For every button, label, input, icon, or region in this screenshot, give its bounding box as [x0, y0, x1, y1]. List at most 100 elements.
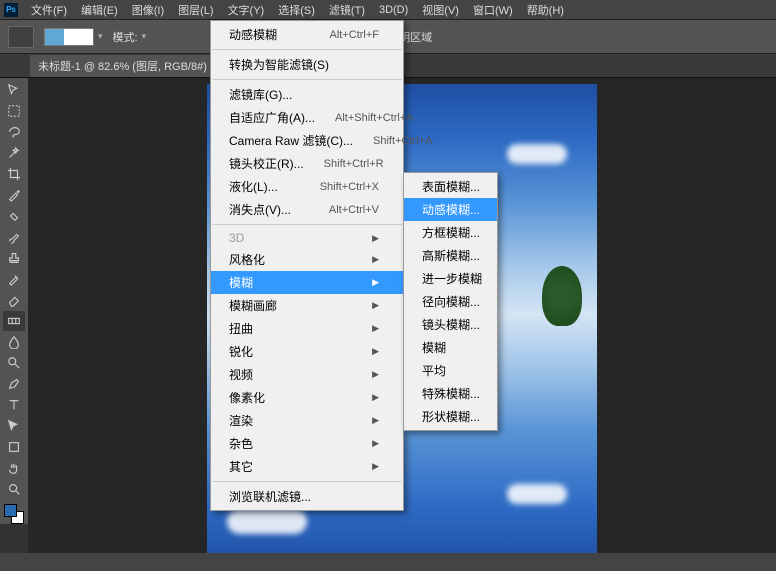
menu-item-label: 自适应广角(A)... [229, 109, 315, 126]
filter-menu-item[interactable]: Camera Raw 滤镜(C)...Shift+Ctrl+A [211, 129, 403, 152]
menu-item-label: 高斯模糊... [422, 247, 480, 264]
stamp-tool[interactable] [3, 248, 25, 268]
blur-menu-item[interactable]: 表面模糊... [404, 175, 497, 198]
menu-item-label: 径向模糊... [422, 293, 480, 310]
menu-item-label: 其它 [229, 458, 253, 475]
filter-dropdown: 动感模糊Alt+Ctrl+F转换为智能滤镜(S)滤镜库(G)...自适应广角(A… [210, 20, 404, 511]
move-tool[interactable] [3, 80, 25, 100]
menu-help[interactable]: 帮助(H) [520, 0, 571, 21]
blur-menu-item[interactable]: 径向模糊... [404, 290, 497, 313]
history-brush-tool[interactable] [3, 269, 25, 289]
menu-item-label: 表面模糊... [422, 178, 480, 195]
menu-item-label: 消失点(V)... [229, 201, 291, 218]
submenu-arrow-icon: ▶ [372, 415, 379, 426]
blur-menu-item[interactable]: 高斯模糊... [404, 244, 497, 267]
pen-tool[interactable] [3, 374, 25, 394]
menu-item-label: 形状模糊... [422, 408, 480, 425]
filter-menu-item[interactable]: 渲染▶ [211, 409, 403, 432]
filter-menu-item[interactable]: 风格化▶ [211, 248, 403, 271]
shortcut-label: Shift+Ctrl+X [320, 181, 379, 193]
menu-3d[interactable]: 3D(D) [372, 1, 415, 19]
filter-menu-item[interactable]: 锐化▶ [211, 340, 403, 363]
blur-menu-item[interactable]: 方框模糊... [404, 221, 497, 244]
blur-menu-item[interactable]: 平均 [404, 359, 497, 382]
submenu-arrow-icon: ▶ [372, 369, 379, 380]
lasso-tool[interactable] [3, 122, 25, 142]
submenu-arrow-icon: ▶ [372, 346, 379, 357]
filter-menu-item[interactable]: 扭曲▶ [211, 317, 403, 340]
chevron-down-icon[interactable]: ▾ [142, 31, 147, 42]
eraser-tool[interactable] [3, 290, 25, 310]
filter-menu-item[interactable]: 镜头校正(R)...Shift+Ctrl+R [211, 152, 403, 175]
blur-menu-item[interactable]: 进一步模糊 [404, 267, 497, 290]
active-tool-thumb[interactable] [8, 26, 34, 48]
foreground-color[interactable] [4, 504, 17, 517]
menu-item-label: 转换为智能滤镜(S) [229, 56, 329, 73]
menu-type[interactable]: 文字(Y) [221, 0, 272, 21]
blur-menu-item[interactable]: 特殊模糊... [404, 382, 497, 405]
document-tab[interactable]: 未标题-1 @ 82.6% (图层, RGB/8#) * × [30, 55, 235, 77]
crop-tool[interactable] [3, 164, 25, 184]
filter-menu-item[interactable]: 视频▶ [211, 363, 403, 386]
menu-item-label: 杂色 [229, 435, 253, 452]
menu-item-label: 动感模糊... [422, 201, 480, 218]
filter-menu-item[interactable]: 消失点(V)...Alt+Ctrl+V [211, 198, 403, 221]
color-swatches[interactable] [4, 504, 24, 524]
shortcut-label: Alt+Ctrl+F [329, 29, 379, 41]
blur-tool[interactable] [3, 332, 25, 352]
menu-item-label: 液化(L)... [229, 178, 278, 195]
filter-menu-item[interactable]: 滤镜库(G)... [211, 83, 403, 106]
menu-item-label: 模糊 [422, 339, 446, 356]
document-tab-title: 未标题-1 @ 82.6% (图层, RGB/8#) * [38, 58, 214, 74]
gradient-preview[interactable] [44, 28, 94, 46]
heal-tool[interactable] [3, 206, 25, 226]
submenu-arrow-icon: ▶ [372, 323, 379, 334]
menu-select[interactable]: 选择(S) [271, 0, 322, 21]
filter-menu-item[interactable]: 浏览联机滤镜... [211, 485, 403, 508]
filter-menu-item[interactable]: 像素化 ▶ [211, 386, 403, 409]
zoom-tool[interactable] [3, 479, 25, 499]
filter-menu-item[interactable]: 其它 ▶ [211, 455, 403, 478]
gradient-tool[interactable] [3, 311, 25, 331]
submenu-arrow-icon: ▶ [372, 392, 379, 403]
shape-tool[interactable] [3, 437, 25, 457]
filter-menu-item[interactable]: 液化(L)... Shift+Ctrl+X [211, 175, 403, 198]
filter-menu-item[interactable]: 自适应广角(A)...Alt+Shift+Ctrl+A [211, 106, 403, 129]
dodge-tool[interactable] [3, 353, 25, 373]
menu-edit[interactable]: 编辑(E) [74, 0, 125, 21]
menu-item-label: 镜头模糊... [422, 316, 480, 333]
menu-image[interactable]: 图像(I) [125, 0, 171, 21]
menu-item-label: 像素化 [229, 389, 265, 406]
menu-window[interactable]: 窗口(W) [466, 0, 520, 21]
filter-menu-item[interactable]: 动感模糊Alt+Ctrl+F [211, 23, 403, 46]
menu-layer[interactable]: 图层(L) [171, 0, 220, 21]
filter-menu-item[interactable]: 转换为智能滤镜(S) [211, 53, 403, 76]
submenu-arrow-icon: ▶ [372, 461, 379, 472]
menubar: Ps 文件(F) 编辑(E) 图像(I) 图层(L) 文字(Y) 选择(S) 滤… [0, 0, 776, 20]
submenu-arrow-icon: ▶ [372, 233, 379, 244]
blur-menu-item[interactable]: 镜头模糊... [404, 313, 497, 336]
blur-menu-item[interactable]: 模糊 [404, 336, 497, 359]
chevron-down-icon[interactable]: ▾ [98, 31, 103, 42]
shortcut-label: Shift+Ctrl+A [373, 135, 432, 147]
menu-separator [212, 481, 402, 482]
filter-menu-item[interactable]: 杂色▶ [211, 432, 403, 455]
brush-tool[interactable] [3, 227, 25, 247]
blur-menu-item[interactable]: 形状模糊... [404, 405, 497, 428]
menu-filter[interactable]: 滤镜(T) [322, 0, 372, 21]
menu-file[interactable]: 文件(F) [24, 0, 74, 21]
toolbar [0, 78, 28, 524]
type-tool[interactable] [3, 395, 25, 415]
wand-tool[interactable] [3, 143, 25, 163]
hand-tool[interactable] [3, 458, 25, 478]
filter-menu-item[interactable]: 模糊画廊▶ [211, 294, 403, 317]
path-tool[interactable] [3, 416, 25, 436]
blur-menu-item[interactable]: 动感模糊... [404, 198, 497, 221]
status-bar [0, 553, 776, 571]
eyedropper-tool[interactable] [3, 185, 25, 205]
menu-view[interactable]: 视图(V) [415, 0, 466, 21]
menu-separator [212, 79, 402, 80]
marquee-tool[interactable] [3, 101, 25, 121]
menu-item-label: 风格化 [229, 251, 265, 268]
filter-menu-item[interactable]: 模糊▶ [211, 271, 403, 294]
